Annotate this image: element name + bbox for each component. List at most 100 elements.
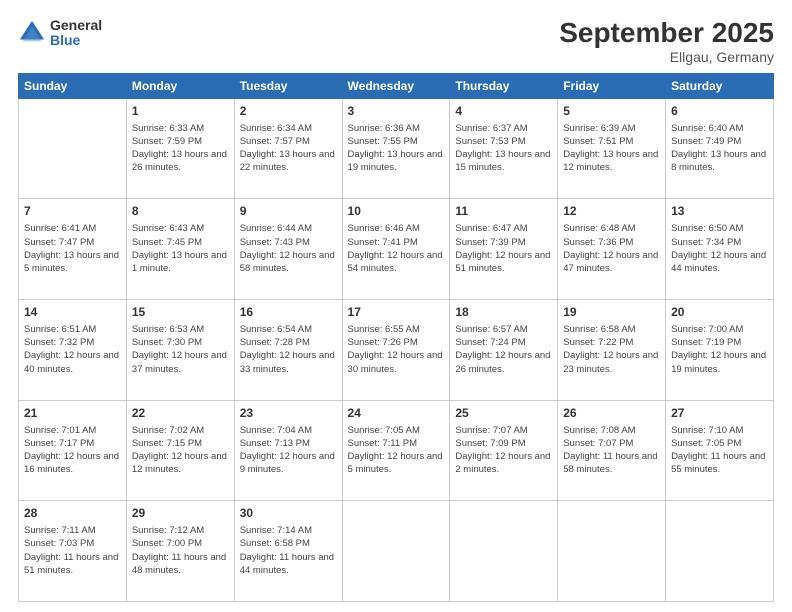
calendar-day: 27Sunrise: 7:10 AM Sunset: 7:05 PM Dayli… [666,400,774,501]
day-info: Sunrise: 6:55 AM Sunset: 7:26 PM Dayligh… [348,323,445,376]
calendar-day: 17 Sunrise: 6:55 AM Sunset: 7:26 PM Dayli… [342,300,450,401]
day-info: Sunrise: 6:36 AM Sunset: 7:55 PM Dayligh… [348,122,445,175]
calendar-day: 16 Sunrise: 6:54 AM Sunset: 7:28 PM Dayli… [234,300,342,401]
calendar-week-0: 1 Sunrise: 6:33 AM Sunset: 7:59 PM Daylig… [19,98,774,199]
day-info: Sunrise: 7:04 AM Sunset: 7:13 PM Dayligh… [240,424,337,477]
calendar-day: 7 Sunrise: 6:41 AM Sunset: 7:47 PM Daylig… [19,199,127,300]
day-number: 30 [240,505,337,522]
header-saturday: Saturday [666,73,774,98]
calendar-day: 28 Sunrise: 7:11 AM Sunset: 7:03 PM Dayli… [19,501,127,602]
logo-blue: Blue [50,33,102,48]
calendar-day: 1 Sunrise: 6:33 AM Sunset: 7:59 PM Daylig… [126,98,234,199]
calendar-subtitle: Ellgau, Germany [559,49,774,65]
calendar-day: 10 Sunrise: 6:46 AM Sunset: 7:41 PM Dayli… [342,199,450,300]
header-wednesday: Wednesday [342,73,450,98]
day-info: Sunrise: 7:01 AM Sunset: 7:17 PM Dayligh… [24,424,121,477]
day-number: 11 [455,203,552,220]
day-number: 23 [240,405,337,422]
day-number: 24 [348,405,445,422]
day-info: Sunrise: 7:02 AM Sunset: 7:15 PM Dayligh… [132,424,229,477]
day-number: 4 [455,103,552,120]
calendar-day: 23 Sunrise: 7:04 AM Sunset: 7:13 PM Dayli… [234,400,342,501]
day-info: Sunrise: 7:12 AM Sunset: 7:00 PM Dayligh… [132,524,229,577]
day-info: Sunrise: 6:43 AM Sunset: 7:45 PM Dayligh… [132,222,229,275]
day-info: Sunrise: 6:53 AM Sunset: 7:30 PM Dayligh… [132,323,229,376]
day-info: Sunrise: 6:40 AM Sunset: 7:49 PM Dayligh… [671,122,768,175]
calendar-day: 18 Sunrise: 6:57 AM Sunset: 7:24 PM Dayli… [450,300,558,401]
day-info: Sunrise: 6:50 AM Sunset: 7:34 PM Dayligh… [671,222,768,275]
day-info: Sunrise: 7:05 AM Sunset: 7:11 PM Dayligh… [348,424,445,477]
day-number: 9 [240,203,337,220]
day-number: 17 [348,304,445,321]
calendar-day: 8Sunrise: 6:43 AM Sunset: 7:45 PM Daylig… [126,199,234,300]
day-number: 16 [240,304,337,321]
calendar-day [342,501,450,602]
calendar-day: 20Sunrise: 7:00 AM Sunset: 7:19 PM Dayli… [666,300,774,401]
calendar-day: 6 Sunrise: 6:40 AM Sunset: 7:49 PM Daylig… [666,98,774,199]
day-number: 18 [455,304,552,321]
day-number: 1 [132,103,229,120]
calendar-day: 21 Sunrise: 7:01 AM Sunset: 7:17 PM Dayli… [19,400,127,501]
calendar-day: 2 Sunrise: 6:34 AM Sunset: 7:57 PM Daylig… [234,98,342,199]
page-header: General Blue September 2025 Ellgau, Germ… [18,18,774,65]
day-info: Sunrise: 7:14 AM Sunset: 6:58 PM Dayligh… [240,524,337,577]
day-info: Sunrise: 6:33 AM Sunset: 7:59 PM Dayligh… [132,122,229,175]
calendar-table: Sunday Monday Tuesday Wednesday Thursday… [18,73,774,602]
day-number: 7 [24,203,121,220]
day-info: Sunrise: 6:34 AM Sunset: 7:57 PM Dayligh… [240,122,337,175]
day-info: Sunrise: 6:57 AM Sunset: 7:24 PM Dayligh… [455,323,552,376]
day-info: Sunrise: 6:48 AM Sunset: 7:36 PM Dayligh… [563,222,660,275]
day-info: Sunrise: 7:11 AM Sunset: 7:03 PM Dayligh… [24,524,121,577]
calendar-day [19,98,127,199]
calendar-day: 13 Sunrise: 6:50 AM Sunset: 7:34 PM Dayli… [666,199,774,300]
day-number: 10 [348,203,445,220]
calendar-body: 1 Sunrise: 6:33 AM Sunset: 7:59 PM Daylig… [19,98,774,601]
calendar-day [666,501,774,602]
day-number: 26 [563,405,660,422]
header-tuesday: Tuesday [234,73,342,98]
calendar-week-1: 7 Sunrise: 6:41 AM Sunset: 7:47 PM Daylig… [19,199,774,300]
calendar-day: 26 Sunrise: 7:08 AM Sunset: 7:07 PM Dayli… [558,400,666,501]
day-info: Sunrise: 6:47 AM Sunset: 7:39 PM Dayligh… [455,222,552,275]
calendar-header: Sunday Monday Tuesday Wednesday Thursday… [19,73,774,98]
day-info: Sunrise: 6:58 AM Sunset: 7:22 PM Dayligh… [563,323,660,376]
calendar-day: 19 Sunrise: 6:58 AM Sunset: 7:22 PM Dayli… [558,300,666,401]
day-number: 14 [24,304,121,321]
day-info: Sunrise: 6:46 AM Sunset: 7:41 PM Dayligh… [348,222,445,275]
header-friday: Friday [558,73,666,98]
day-number: 3 [348,103,445,120]
day-number: 2 [240,103,337,120]
day-info: Sunrise: 7:10 AM Sunset: 7:05 PM Dayligh… [671,424,768,477]
logo-icon [18,19,46,47]
day-number: 21 [24,405,121,422]
day-info: Sunrise: 6:37 AM Sunset: 7:53 PM Dayligh… [455,122,552,175]
calendar-title: September 2025 [559,18,774,49]
logo: General Blue [18,18,102,49]
day-info: Sunrise: 6:41 AM Sunset: 7:47 PM Dayligh… [24,222,121,275]
calendar-day [558,501,666,602]
day-number: 5 [563,103,660,120]
calendar-day: 25Sunrise: 7:07 AM Sunset: 7:09 PM Dayli… [450,400,558,501]
day-number: 22 [132,405,229,422]
day-info: Sunrise: 6:54 AM Sunset: 7:28 PM Dayligh… [240,323,337,376]
calendar-day: 29 Sunrise: 7:12 AM Sunset: 7:00 PM Dayli… [126,501,234,602]
calendar-day: 22 Sunrise: 7:02 AM Sunset: 7:15 PM Dayli… [126,400,234,501]
calendar-week-2: 14Sunrise: 6:51 AM Sunset: 7:32 PM Dayli… [19,300,774,401]
calendar-day: 30 Sunrise: 7:14 AM Sunset: 6:58 PM Dayli… [234,501,342,602]
day-number: 12 [563,203,660,220]
day-number: 28 [24,505,121,522]
calendar-day: 14Sunrise: 6:51 AM Sunset: 7:32 PM Dayli… [19,300,127,401]
day-number: 6 [671,103,768,120]
calendar-day: 3 Sunrise: 6:36 AM Sunset: 7:55 PM Daylig… [342,98,450,199]
logo-general: General [50,18,102,33]
day-number: 29 [132,505,229,522]
logo-text: General Blue [50,18,102,49]
day-number: 19 [563,304,660,321]
calendar-day: 15Sunrise: 6:53 AM Sunset: 7:30 PM Dayli… [126,300,234,401]
calendar-week-4: 28 Sunrise: 7:11 AM Sunset: 7:03 PM Dayli… [19,501,774,602]
calendar-day: 24 Sunrise: 7:05 AM Sunset: 7:11 PM Dayli… [342,400,450,501]
day-number: 13 [671,203,768,220]
calendar-day: 12 Sunrise: 6:48 AM Sunset: 7:36 PM Dayli… [558,199,666,300]
day-info: Sunrise: 7:08 AM Sunset: 7:07 PM Dayligh… [563,424,660,477]
day-info: Sunrise: 6:44 AM Sunset: 7:43 PM Dayligh… [240,222,337,275]
